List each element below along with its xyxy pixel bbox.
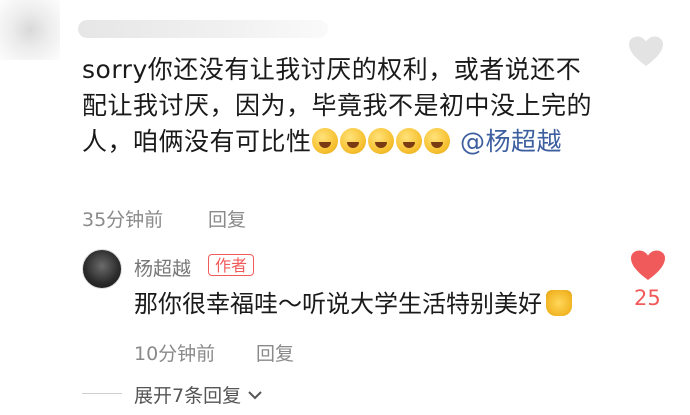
author-badge: 作者 <box>208 254 255 276</box>
comment-time: 35分钟前 <box>82 209 164 231</box>
like-count: 25 <box>634 286 661 310</box>
expand-replies-button[interactable]: 展开7条回复 <box>134 381 263 408</box>
laugh-emoji-icon <box>395 128 422 154</box>
expand-replies-label: 展开7条回复 <box>134 385 242 407</box>
like-heart-icon[interactable] <box>628 36 664 68</box>
reply-body: 那你很幸福哇～听说大学生活特别美好 <box>134 288 572 320</box>
reply-author-name[interactable]: 杨超越 <box>134 254 191 281</box>
mention-link[interactable]: @杨超越 <box>460 127 562 156</box>
reply-body-text: 那你很幸福哇～听说大学生活特别美好 <box>134 290 542 318</box>
comment-line-2: 配让我讨厌，因为，毕竟我不是初中没上完的 <box>82 91 593 120</box>
chevron-down-icon <box>248 390 262 399</box>
commenter-avatar-blurred[interactable] <box>0 0 60 60</box>
comment-line-1: sorry你还没有让我讨厌的权利，或者说还不 <box>82 55 582 84</box>
comment-line-3: 人，咱俩没有可比性 @杨超越 <box>82 124 602 160</box>
comment-body: sorry你还没有让我讨厌的权利，或者说还不 配让我讨厌，因为，毕竟我不是初中没… <box>82 52 602 160</box>
avatar[interactable] <box>82 249 122 289</box>
liked-heart-icon[interactable] <box>630 250 666 282</box>
reply-time: 10分钟前 <box>134 343 216 365</box>
comment-line-3-text: 人，咱俩没有可比性 <box>82 127 312 156</box>
laugh-emoji-icon <box>311 128 338 154</box>
laugh-emoji-icon <box>367 128 394 154</box>
commenter-name-blurred[interactable] <box>78 20 328 38</box>
thread-divider <box>82 393 122 394</box>
laugh-emoji-icon <box>423 128 450 154</box>
laugh-emoji-icon <box>339 128 366 154</box>
thumbs-up-emoji-icon <box>546 290 572 316</box>
reply-reply-button[interactable]: 回复 <box>256 339 294 366</box>
comment-reply-button[interactable]: 回复 <box>208 205 246 232</box>
